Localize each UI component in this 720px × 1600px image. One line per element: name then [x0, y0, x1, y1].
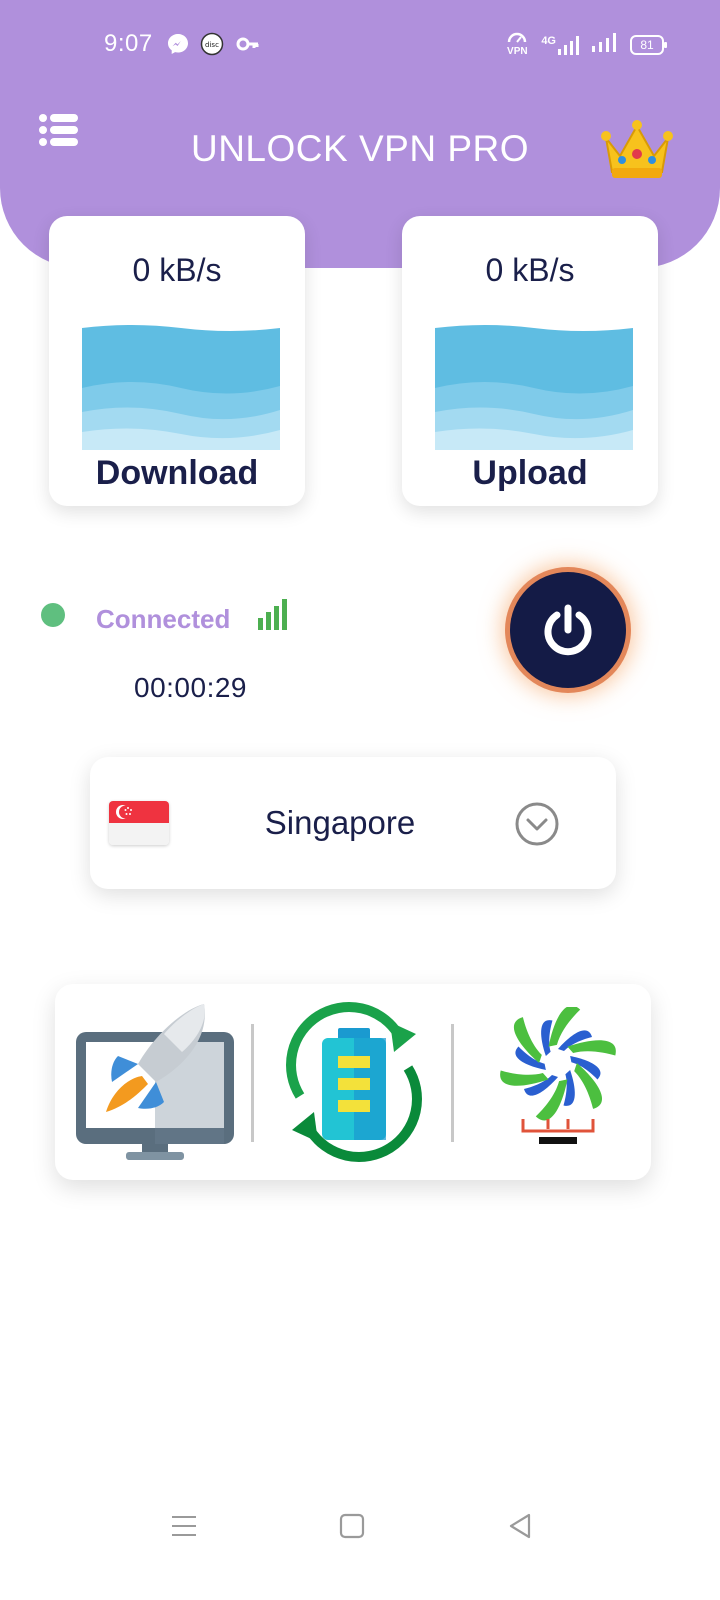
back-triangle-icon	[509, 1513, 531, 1539]
hamburger-icon	[172, 1516, 196, 1536]
status-bar: 9:07 disc VPN 4G 81	[0, 0, 720, 70]
status-time: 9:07	[104, 30, 153, 57]
premium-button[interactable]	[600, 118, 674, 182]
speed-booster-button[interactable]	[69, 998, 239, 1166]
download-wave-graphic	[82, 325, 280, 450]
upload-label: Upload	[472, 454, 588, 492]
battery-saver-button[interactable]	[269, 998, 439, 1166]
server-dropdown-button[interactable]	[514, 801, 560, 847]
nav-back-button[interactable]	[500, 1506, 540, 1546]
vpn-icon: VPN	[505, 32, 529, 57]
download-speed: 0 kB/s	[132, 252, 222, 288]
cpu-cooler-button[interactable]	[473, 998, 643, 1166]
tool-divider	[251, 1024, 254, 1142]
signal-strength-icon	[258, 599, 287, 630]
download-card: 0 kB/s Download	[49, 216, 305, 506]
signal-icon	[592, 32, 618, 57]
tools-panel	[55, 984, 651, 1180]
crown-icon	[601, 120, 673, 178]
battery-refresh-icon	[286, 1002, 422, 1162]
square-icon	[339, 1513, 365, 1539]
connection-status-dot	[41, 603, 65, 627]
server-selector[interactable]: Singapore	[90, 757, 616, 889]
disc-icon: disc	[200, 32, 224, 56]
upload-speed: 0 kB/s	[485, 252, 575, 288]
svg-text:disc: disc	[205, 41, 219, 49]
power-button[interactable]	[510, 572, 626, 688]
upload-card: 0 kB/s Upload	[402, 216, 658, 506]
nav-home-button[interactable]	[332, 1506, 372, 1546]
messenger-icon	[166, 32, 190, 56]
chevron-down-icon	[515, 802, 559, 846]
upload-wave-graphic	[435, 325, 633, 450]
signal-4g-icon: 4G	[541, 35, 580, 55]
nav-recents-button[interactable]	[164, 1506, 204, 1546]
cooler-fan-icon	[500, 1007, 616, 1144]
connection-status-label: Connected	[96, 604, 231, 634]
rocket-monitor-icon	[76, 1004, 234, 1160]
tool-divider	[451, 1024, 454, 1142]
connection-timer: 00:00:29	[134, 672, 247, 703]
key-icon	[236, 32, 260, 56]
power-icon	[544, 604, 592, 656]
battery-icon: 81	[630, 34, 667, 55]
download-label: Download	[95, 454, 259, 492]
